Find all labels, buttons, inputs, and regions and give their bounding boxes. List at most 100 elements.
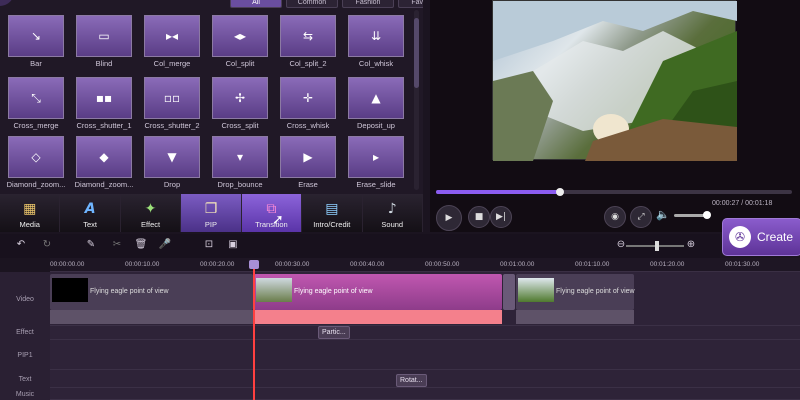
cut-icon[interactable]: ✂: [110, 238, 124, 252]
edit-icon[interactable]: ✎: [84, 238, 98, 252]
filter-favorite-button[interactable]: Favorite: [398, 0, 423, 8]
tab-media-label: Media: [19, 220, 40, 229]
transition-tile[interactable]: ▫▫: [144, 77, 200, 119]
music-lane[interactable]: [50, 388, 800, 400]
volume-handle[interactable]: [703, 211, 711, 219]
transition-tile[interactable]: ▾: [212, 136, 268, 178]
filter-bar: All Common Fashion Favorite: [230, 0, 423, 8]
video-clip-selected[interactable]: Flying eagle point of view: [254, 274, 502, 310]
effect-lane[interactable]: [50, 326, 800, 340]
volume-icon[interactable]: 🔈: [656, 208, 670, 221]
transition-tile-label: Erase: [298, 180, 318, 189]
transition-preview-icon: ▸◂: [165, 29, 179, 43]
transition-tile[interactable]: ✛: [280, 77, 336, 119]
transition-tile[interactable]: ◂▸: [212, 15, 268, 57]
transition-marker[interactable]: [503, 274, 515, 310]
transition-tile-label: Drop_bounce: [217, 180, 263, 189]
transition-preview-icon: ◆: [99, 150, 109, 164]
clip-thumbnail: [518, 278, 554, 302]
playback-progress-fill: [436, 190, 560, 194]
transition-tile[interactable]: ✢: [212, 77, 268, 119]
film-reel-icon: ✇: [729, 226, 751, 248]
track-label-effect: Effect: [16, 329, 34, 336]
playhead-line[interactable]: [253, 263, 255, 400]
transition-preview-icon: ⤡: [31, 91, 41, 105]
snapshot-button[interactable]: ◉: [604, 206, 626, 228]
transition-tile-label: Drop: [163, 180, 181, 189]
transition-tile[interactable]: ◆: [76, 136, 132, 178]
transition-tile[interactable]: ▪▪: [76, 77, 132, 119]
video-clip[interactable]: Flying eagle point of view: [50, 274, 253, 310]
effect-icon: ✦: [144, 201, 157, 217]
tab-sound[interactable]: ♪ Sound: [362, 194, 423, 232]
transition-preview-icon: ✢: [234, 91, 246, 105]
ruler-tick: 00:00:30.00: [275, 261, 310, 268]
clip-audio-bar-selected: [254, 310, 502, 324]
transition-preview-icon: ▫▫: [163, 91, 181, 105]
video-clip[interactable]: Flying eagle point of view: [516, 274, 635, 310]
mouse-pointer-icon: ➚: [272, 212, 284, 228]
effects-library-panel: All Common Fashion Favorite ↘Bar▭Blind▸◂…: [0, 0, 423, 194]
transition-tile-label: Cross_split: [221, 121, 259, 130]
transition-preview-icon: ▲: [371, 91, 381, 105]
undo-icon[interactable]: ↶: [14, 238, 28, 252]
transition-tile-label: Col_split_2: [289, 59, 327, 68]
pip-icon: ❐: [204, 201, 218, 217]
filter-fashion-button[interactable]: Fashion: [342, 0, 394, 8]
tab-media[interactable]: ▦ Media: [0, 194, 61, 232]
play-button[interactable]: ▶: [436, 205, 462, 231]
tab-pip-label: PIP: [204, 220, 218, 229]
text-chip[interactable]: Rotat...: [396, 374, 427, 387]
tab-intro-credit[interactable]: ▤ Intro/Credit: [302, 194, 363, 232]
logo-corner: [0, 0, 14, 6]
stop-button[interactable]: ■: [468, 206, 490, 228]
zoom-handle[interactable]: [655, 241, 659, 251]
video-preview[interactable]: [492, 0, 737, 161]
record-voice-icon[interactable]: 🎤: [158, 238, 172, 252]
transition-tile[interactable]: ▶: [280, 136, 336, 178]
ruler-tick: 00:00:10.00: [125, 261, 160, 268]
next-frame-button[interactable]: ▶|: [490, 206, 512, 228]
transition-tile-label: Diamond_zoom...: [6, 180, 66, 189]
transition-tile[interactable]: ▲: [348, 77, 404, 119]
effect-chip[interactable]: Partic...: [318, 326, 350, 339]
filter-common-button[interactable]: Common: [286, 0, 338, 8]
transition-preview-icon: ▾: [236, 150, 244, 164]
screen-record-icon[interactable]: ⊡: [202, 238, 216, 252]
playhead-handle[interactable]: [249, 260, 259, 269]
library-scroll-thumb[interactable]: [414, 18, 419, 88]
ruler-tick: 00:01:30.00: [725, 261, 760, 268]
delete-icon[interactable]: 🗑: [134, 238, 148, 252]
redo-icon[interactable]: ↻: [40, 238, 54, 252]
tab-text-label: Text: [83, 220, 98, 229]
tab-text[interactable]: A Text: [60, 194, 121, 232]
transition-preview-icon: ▼: [167, 150, 177, 164]
fullscreen-button[interactable]: ⤢: [630, 206, 652, 228]
tab-pip[interactable]: ❐ PIP: [181, 194, 242, 232]
transition-tile[interactable]: ⤡: [8, 77, 64, 119]
tab-intro-credit-label: Intro/Credit: [313, 220, 351, 229]
create-button[interactable]: ✇ Create: [722, 218, 800, 256]
ruler-tick: 00:01:10.00: [575, 261, 610, 268]
transition-tile[interactable]: ◇: [8, 136, 64, 178]
playback-progress-handle[interactable]: [556, 188, 564, 196]
aspect-icon[interactable]: ▣: [226, 238, 240, 252]
transition-tile[interactable]: ⇊: [348, 15, 404, 57]
track-label-music: Music: [15, 391, 35, 398]
tab-effect-label: Effect: [141, 220, 161, 229]
pip-lane[interactable]: [50, 340, 800, 370]
transition-preview-icon: ⇆: [302, 29, 314, 43]
ruler-tick: 00:01:00.00: [500, 261, 535, 268]
transition-tile[interactable]: ▸: [348, 136, 404, 178]
transition-tile[interactable]: ⇆: [280, 15, 336, 57]
filter-all-button[interactable]: All: [230, 0, 282, 8]
transition-tile[interactable]: ↘: [8, 15, 64, 57]
transition-tile[interactable]: ▸◂: [144, 15, 200, 57]
transition-tile[interactable]: ▼: [144, 136, 200, 178]
transition-tile[interactable]: ▭: [76, 15, 132, 57]
transition-preview-icon: ◇: [31, 150, 41, 164]
transition-preview-icon: ↘: [30, 29, 42, 43]
tab-effect[interactable]: ✦ Effect: [120, 194, 182, 232]
transition-preview-icon: ▪▪: [95, 91, 113, 105]
zoom-in-icon[interactable]: ⊕: [684, 238, 698, 252]
